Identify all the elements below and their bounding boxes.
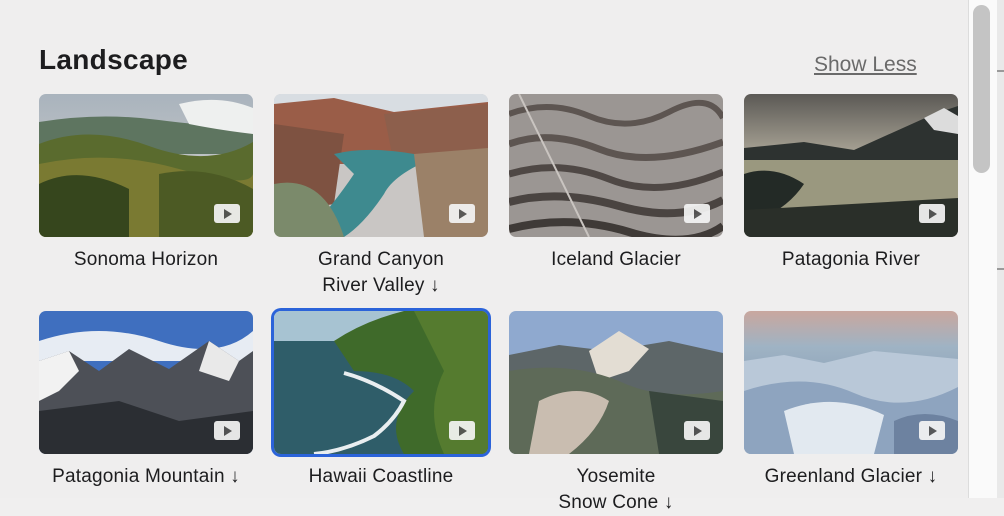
wallpaper-thumbnail[interactable] (39, 311, 253, 454)
scrollbar-thumb[interactable] (973, 5, 990, 173)
wallpaper-caption: Patagonia Mountain ↓ (52, 466, 240, 487)
wallpaper-caption: Yosemite Snow Cone ↓ (558, 466, 674, 513)
edge-divider (997, 70, 1004, 72)
wallpaper-item[interactable]: Hawaii Coastline (274, 311, 488, 490)
wallpaper-item[interactable]: Grand Canyon River Valley ↓ (274, 94, 488, 299)
video-play-icon (684, 204, 710, 223)
window-edge (997, 0, 1004, 498)
wallpaper-item[interactable]: Iceland Glacier (509, 94, 723, 273)
section-title: Landscape (39, 44, 188, 75)
wallpaper-thumbnail[interactable] (274, 94, 488, 237)
wallpaper-thumbnail-selected[interactable] (274, 311, 488, 454)
wallpaper-item[interactable]: Sonoma Horizon (39, 94, 253, 273)
wallpaper-caption: Hawaii Coastline (308, 466, 454, 487)
wallpaper-caption: Sonoma Horizon (73, 249, 219, 270)
wallpaper-caption: Iceland Glacier (551, 249, 681, 270)
wallpaper-thumbnail[interactable] (744, 94, 958, 237)
wallpaper-item[interactable]: Patagonia Mountain ↓ (39, 311, 253, 490)
video-play-icon (214, 204, 240, 223)
wallpaper-thumbnail[interactable] (39, 94, 253, 237)
video-play-icon (684, 421, 710, 440)
wallpaper-caption: Greenland Glacier ↓ (764, 466, 938, 487)
wallpaper-panel: Landscape Show Less Sonoma Horizon Grand… (0, 0, 968, 513)
video-play-icon (919, 204, 945, 223)
video-play-icon (449, 421, 475, 440)
show-less-link[interactable]: Show Less (814, 53, 917, 77)
wallpaper-item[interactable]: Yosemite Snow Cone ↓ (509, 311, 723, 516)
wallpaper-thumbnail[interactable] (509, 311, 723, 454)
edge-divider (997, 268, 1004, 270)
video-play-icon (214, 421, 240, 440)
wallpaper-item[interactable]: Greenland Glacier ↓ (744, 311, 958, 490)
video-play-icon (449, 204, 475, 223)
wallpaper-thumbnail[interactable] (744, 311, 958, 454)
wallpaper-thumbnail[interactable] (509, 94, 723, 237)
wallpaper-caption: Grand Canyon River Valley ↓ (318, 249, 444, 296)
wallpaper-caption: Patagonia River (781, 249, 921, 270)
wallpaper-item[interactable]: Patagonia River (744, 94, 958, 273)
video-play-icon (919, 421, 945, 440)
